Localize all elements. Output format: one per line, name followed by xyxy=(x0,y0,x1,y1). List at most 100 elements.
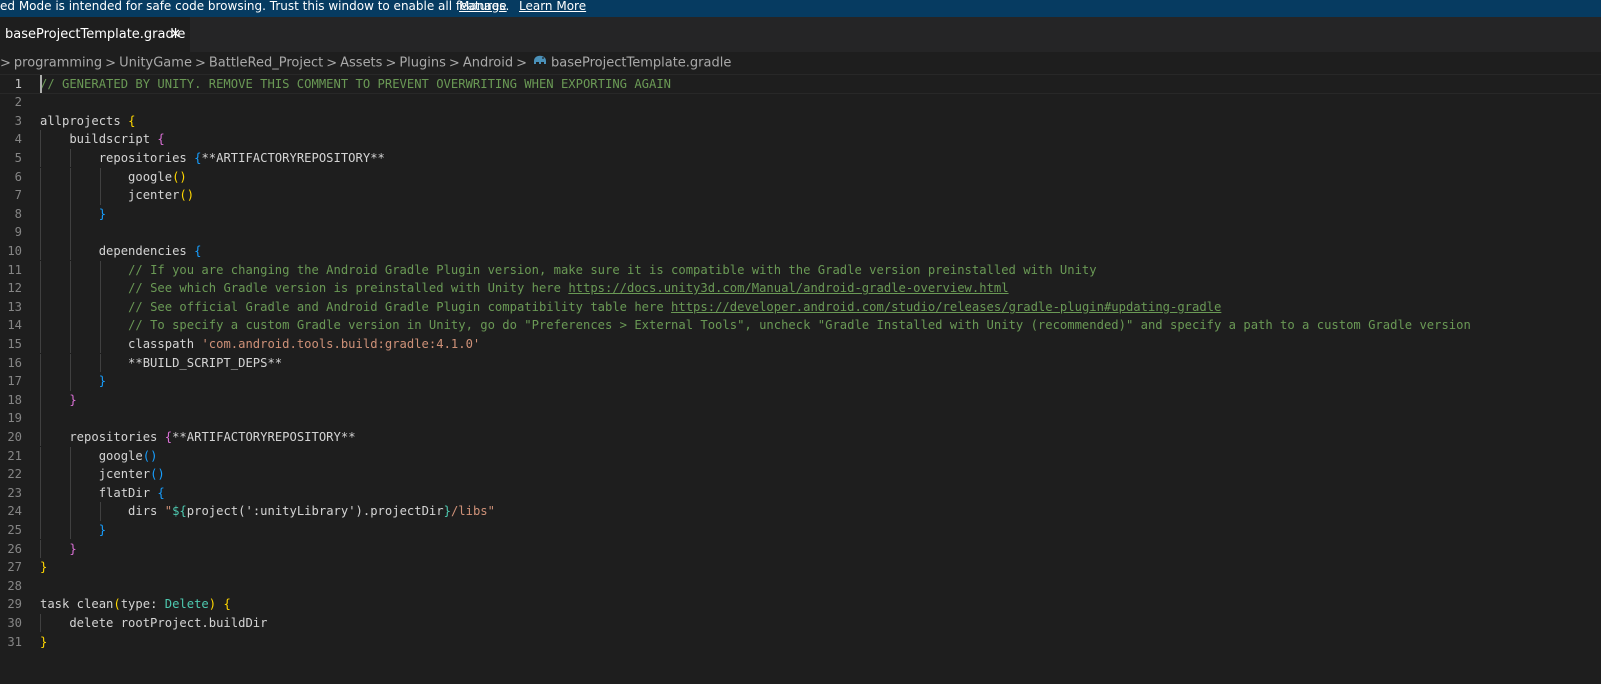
gradle-elephant-icon xyxy=(532,52,548,74)
breadcrumb-item-unitygame[interactable]: UnityGame xyxy=(119,56,192,71)
line-number: 6 xyxy=(14,169,22,184)
line-number: 31 xyxy=(7,634,22,649)
line-number: 9 xyxy=(14,225,22,240)
code-line[interactable]: 4 buildscript { xyxy=(0,130,1601,149)
code-text: jcenter() xyxy=(40,467,165,482)
code-text: } xyxy=(98,206,107,221)
code-editor[interactable]: 1 // GENERATED BY UNITY. REMOVE THIS COMM… xyxy=(0,73,1601,684)
code-line[interactable]: 26 } xyxy=(0,539,1601,559)
breadcrumb-file[interactable]: baseProjectTemplate.gradle xyxy=(551,56,731,71)
line-number: 28 xyxy=(7,578,22,593)
code-line[interactable]: 10 dependencies { xyxy=(0,241,1601,261)
code-line[interactable]: 7 jcenter() xyxy=(0,186,1601,205)
code-line[interactable]: 28 xyxy=(0,577,1601,596)
line-number: 25 xyxy=(7,522,22,537)
code-line[interactable]: 6 google() xyxy=(0,167,1601,187)
line-number: 17 xyxy=(7,374,22,389)
code-line[interactable]: 19 xyxy=(0,409,1601,428)
code-text: buildscript { xyxy=(40,132,165,147)
code-line[interactable]: 14 // To specify a custom Gradle version… xyxy=(0,316,1601,335)
line-number: 16 xyxy=(7,355,22,370)
code-line[interactable]: 12 // See which Gradle version is preins… xyxy=(0,279,1601,298)
code-text: // To specify a custom Gradle version in… xyxy=(128,318,1471,333)
code-line[interactable]: 24 dirs "${project(':unityLibrary').proj… xyxy=(0,502,1601,521)
code-line[interactable]: 16 **BUILD_SCRIPT_DEPS** xyxy=(0,353,1601,373)
line-number: 5 xyxy=(14,150,22,165)
code-line[interactable]: 13 // See official Gradle and Android Gr… xyxy=(0,297,1601,317)
editor-tab-bar: baseProjectTemplate.gradle ✕ xyxy=(0,17,1601,52)
breadcrumb-item-android[interactable]: Android xyxy=(463,56,513,71)
line-number: 15 xyxy=(7,336,22,351)
line-number: 11 xyxy=(7,262,22,277)
line-number: 3 xyxy=(14,113,22,128)
line-number: 29 xyxy=(7,597,22,612)
line-number: 12 xyxy=(7,281,22,296)
code-line[interactable]: 2 xyxy=(0,93,1601,112)
line-number: 22 xyxy=(7,467,22,482)
code-line[interactable]: 31} xyxy=(0,633,1601,652)
line-number: 26 xyxy=(7,541,22,556)
code-line[interactable]: 20 repositories {**ARTIFACTORYREPOSITORY… xyxy=(0,427,1601,447)
line-number: 13 xyxy=(7,299,22,314)
text-cursor xyxy=(40,74,42,93)
code-line[interactable]: 1 // GENERATED BY UNITY. REMOVE THIS COMM… xyxy=(0,73,1601,95)
line-number: 20 xyxy=(7,429,22,444)
close-icon[interactable]: ✕ xyxy=(170,17,181,52)
line-number: 27 xyxy=(7,560,22,575)
indent-guide xyxy=(70,223,71,242)
code-text: dirs "${project(':unityLibrary').project… xyxy=(40,504,495,519)
code-line[interactable]: 30 delete rootProject.buildDir xyxy=(0,613,1601,633)
code-text: google() xyxy=(40,169,187,184)
code-line[interactable]: 27} xyxy=(0,558,1601,577)
code-text: task clean(type: Delete) { xyxy=(40,597,231,612)
tab-label: baseProjectTemplate.gradle xyxy=(5,27,186,42)
code-text: } xyxy=(40,634,48,649)
breadcrumb-item-battlered-project[interactable]: BattleRed_Project xyxy=(209,56,323,71)
code-line[interactable]: 17 } xyxy=(0,372,1601,391)
line-number: 7 xyxy=(14,188,22,203)
breadcrumb-separator: > xyxy=(385,55,397,71)
line-number: 14 xyxy=(7,318,22,333)
restricted-mode-banner: ed Mode is intended for safe code browsi… xyxy=(0,0,1601,17)
code-line[interactable]: 25 } xyxy=(0,520,1601,540)
tab-base-project-template[interactable]: baseProjectTemplate.gradle ✕ xyxy=(0,17,190,52)
code-line[interactable]: 29 task clean(type: Delete) { xyxy=(0,595,1601,614)
breadcrumb-item-programming[interactable]: programming xyxy=(14,56,102,71)
code-line[interactable]: 9 xyxy=(0,223,1601,242)
line-number: 2 xyxy=(14,95,22,110)
code-text: allprojects { xyxy=(40,113,136,128)
indent-guide xyxy=(40,223,41,242)
code-line[interactable]: 8 } xyxy=(0,204,1601,224)
code-line[interactable]: 21 google() xyxy=(0,446,1601,466)
banner-message: ed Mode is intended for safe code browsi… xyxy=(0,0,510,13)
breadcrumb-separator: > xyxy=(448,55,460,71)
line-number: 21 xyxy=(7,448,22,463)
code-text: // See which Gradle version is preinstal… xyxy=(128,281,1009,296)
line-number: 30 xyxy=(7,615,22,630)
code-text: // See official Gradle and Android Gradl… xyxy=(128,299,1222,314)
code-line[interactable]: 3 allprojects { xyxy=(0,112,1601,131)
breadcrumb-separator: > xyxy=(326,55,338,71)
code-text: flatDir { xyxy=(40,485,165,500)
line-number: 19 xyxy=(7,411,22,426)
code-text: repositories {**ARTIFACTORYREPOSITORY** xyxy=(40,429,356,444)
code-line[interactable]: 15 classpath 'com.android.tools.build:gr… xyxy=(0,334,1601,354)
code-text: } xyxy=(98,374,107,389)
breadcrumb-item-plugins[interactable]: Plugins xyxy=(399,56,446,71)
code-line[interactable]: 18 } xyxy=(0,390,1601,410)
code-line[interactable]: 11 // If you are changing the Android Gr… xyxy=(0,260,1601,280)
breadcrumb-item-assets[interactable]: Assets xyxy=(340,56,382,71)
code-text: // If you are changing the Android Gradl… xyxy=(128,262,1097,277)
line-number: 1 xyxy=(14,76,22,91)
code-line[interactable]: 22 jcenter() xyxy=(0,465,1601,484)
breadcrumb-separator: > xyxy=(0,55,11,71)
manage-link[interactable]: Manage xyxy=(459,0,507,13)
breadcrumb-separator: > xyxy=(516,55,527,71)
code-line[interactable]: 5 repositories {**ARTIFACTORYREPOSITORY*… xyxy=(0,148,1601,168)
code-text: **BUILD_SCRIPT_DEPS** xyxy=(40,355,283,370)
code-text: } xyxy=(69,541,77,556)
code-line[interactable]: 23 flatDir { xyxy=(0,483,1601,503)
line-number: 18 xyxy=(7,392,22,407)
learn-more-link[interactable]: Learn More xyxy=(519,0,586,13)
code-text: } xyxy=(40,560,48,575)
